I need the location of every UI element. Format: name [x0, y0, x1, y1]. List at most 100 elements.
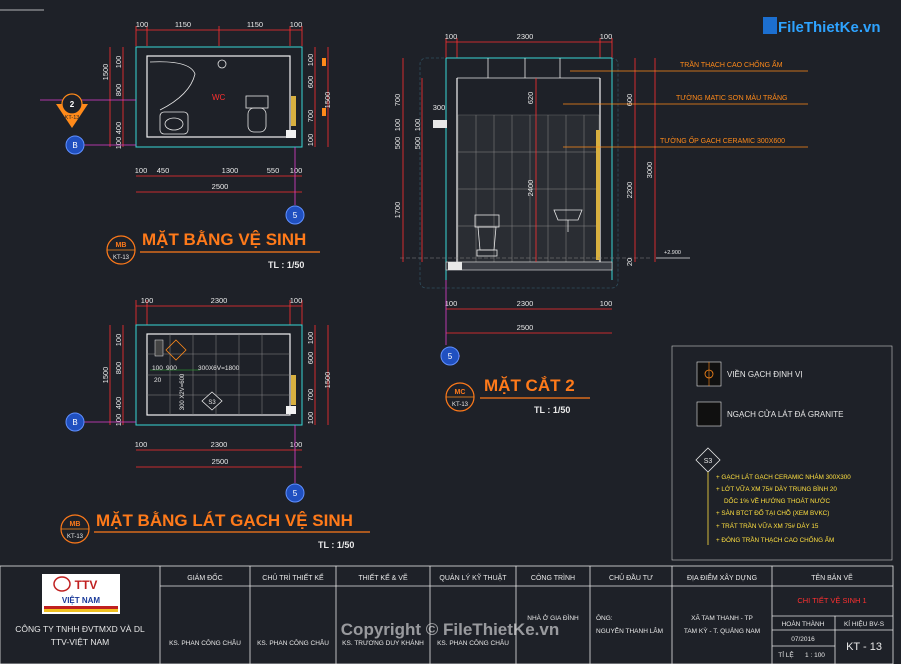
title-tag-top: MC — [455, 389, 466, 396]
dim-text: 100 — [114, 334, 123, 347]
tb-sheet-number: KT - 13 — [846, 641, 882, 653]
tile-note: 100 — [152, 365, 163, 372]
tile-label: 300X6V=1800 — [198, 365, 240, 372]
toilet-icon — [245, 95, 269, 109]
axis-label: 5 — [293, 211, 298, 220]
dim-text: 100 — [413, 119, 422, 132]
axis-label: B — [72, 141, 77, 150]
title-tag-top: MB — [70, 521, 81, 528]
axis-label: 5 — [448, 352, 453, 361]
dim-text: 1150 — [175, 20, 191, 29]
tb-header: CHỦ TRÌ THIẾT KẾ — [262, 572, 324, 582]
dim-text: 100 — [114, 56, 123, 69]
dim-text: 600 — [306, 76, 315, 89]
tb-header: ĐỊA ĐIỂM XÂY DỰNG — [687, 573, 757, 582]
drawing-title: MẶT CẮT 2 — [484, 376, 575, 395]
dim-text: 100 — [306, 54, 315, 67]
legend-note: + GẠCH LÁT GẠCH CERAMIC NHÁM 300X300 — [716, 472, 851, 481]
dim-text: 620 — [526, 92, 535, 105]
callout-text: TƯỜNG ỐP GẠCH CERAMIC 300X600 — [660, 135, 785, 145]
dim-text: 2300 — [517, 32, 534, 41]
dim-text: 100 — [114, 137, 123, 150]
dim-text: 100 — [141, 296, 154, 305]
tb-owner: ÔNG: — [596, 613, 613, 622]
door — [291, 96, 296, 126]
tb-name: KS. TRƯƠNG DUY KHÁNH — [342, 638, 424, 647]
floor-drain-icon — [217, 59, 227, 69]
cad-drawing: FileThietKe.vn 100 1150 1150 100 WC 1500… — [0, 9, 894, 664]
tb-header: TÊN BẢN VẼ — [811, 573, 853, 582]
company-name: CÔNG TY TNHH ĐVTMXD VÀ DL — [15, 624, 145, 634]
title-block: TTV VIỆT NAM CÔNG TY TNHH ĐVTMXD VÀ DL T… — [0, 565, 894, 664]
tb-site: TAM KỲ - T. QUẢNG NAM — [684, 626, 760, 635]
legend-label: NGẠCH CỬA LÁT ĐÁ GRANITE — [727, 410, 843, 419]
tile-label: 300 X2V=600 — [180, 373, 186, 410]
dim-text: 400 — [114, 122, 123, 135]
tb-done-value: 07/2016 — [791, 636, 815, 643]
legend-swatch — [696, 401, 722, 427]
dim-text: 100 — [393, 119, 402, 132]
dim-text: 1500 — [323, 372, 332, 389]
dim-text: 100 — [290, 20, 303, 29]
dim-text: 1500 — [101, 367, 110, 384]
dim-text: 800 — [114, 84, 123, 97]
logo-icon — [763, 17, 777, 34]
dim-text: 3000 — [645, 162, 654, 179]
axis-label: 5 — [293, 489, 298, 498]
floor-tag: S3 — [208, 400, 216, 406]
dim-text: 1700 — [393, 202, 402, 219]
title-tag-top: MB — [116, 242, 127, 249]
dim-text: 100 — [114, 414, 123, 427]
drawing-scale: TL : 1/50 — [534, 405, 570, 415]
level-mark: +2.900 — [664, 250, 681, 256]
legend-note: + LỚT VỮA XM 75# DÀY TRUNG BÌNH 20 — [716, 484, 837, 493]
tile-note: 20 — [154, 377, 162, 384]
dim-text: 100 — [306, 412, 315, 425]
site-logo: FileThietKe.vn — [763, 17, 881, 36]
tb-sheet-label: KÍ HIỆU BV-S — [844, 619, 885, 628]
legend-note: + ĐÓNG TRẦN THẠCH CAO CHỐNG ẨM — [716, 534, 834, 544]
dim-text: 2300 — [211, 296, 228, 305]
dim-text: 100 — [290, 296, 303, 305]
tb-header: GIÁM ĐỐC — [187, 572, 222, 582]
dim-text: 700 — [393, 94, 402, 107]
dim-text: 2400 — [526, 180, 535, 197]
drawing-scale: TL : 1/50 — [268, 260, 304, 270]
tb-header: CHỦ ĐẦU TƯ — [609, 572, 653, 582]
dim-text: 100 — [135, 440, 148, 449]
tile-note: 900 — [166, 365, 177, 372]
section-ref: KT-13 — [65, 115, 80, 121]
dim-text: 100 — [290, 440, 303, 449]
tb-ratio-value: 1 : 100 — [805, 652, 825, 659]
tb-name: KS. PHAN CÔNG CHÂU — [169, 638, 241, 647]
company-logo-text: TTV — [75, 578, 98, 592]
dim-text: 600 — [306, 352, 315, 365]
dim-text: 100 — [306, 332, 315, 345]
tb-ratio-label: TỈ LỆ — [778, 650, 794, 659]
tb-name: KS. PHAN CÔNG CHÂU — [257, 638, 329, 647]
tb-header: CÔNG TRÌNH — [531, 573, 575, 582]
drawing-title: MẶT BẰNG VỆ SINH — [142, 230, 306, 249]
plan-tiles: 100 2300 100 100 900 20 300X6V=1800 300 … — [60, 296, 370, 550]
dim-text: 2300 — [517, 299, 534, 308]
company-name: TTV-VIỆT NAM — [51, 637, 109, 647]
shower-curve — [149, 61, 196, 111]
dim-text: 500 — [413, 137, 422, 150]
dim-text: 500 — [393, 137, 402, 150]
dim-text: 100 — [135, 166, 148, 175]
tb-header: THIẾT KẾ & VẼ — [358, 572, 408, 582]
legend-note: + TRÁT TRẦN VỮA XM 75# DÀY 15 — [716, 520, 819, 530]
dim-text: 300 — [433, 103, 446, 112]
dim-text: 2500 — [517, 323, 534, 332]
dim-text: 550 — [267, 166, 280, 175]
dim-text: 100 — [306, 134, 315, 147]
title-tag-bottom: KT-13 — [67, 534, 84, 540]
dim-text: 2500 — [212, 457, 229, 466]
section-drawing: 100 2300 100 700 100 500 1700 100 500 30… — [393, 32, 808, 415]
dim-text: 400 — [114, 397, 123, 410]
dim-text: 100 — [136, 20, 149, 29]
title-tag-bottom: KT-13 — [113, 255, 130, 261]
dim-text: 20 — [625, 258, 634, 266]
dim-text: 2200 — [625, 182, 634, 199]
plan-wc: 100 1150 1150 100 WC 1500 100 800 400 10… — [40, 20, 332, 270]
